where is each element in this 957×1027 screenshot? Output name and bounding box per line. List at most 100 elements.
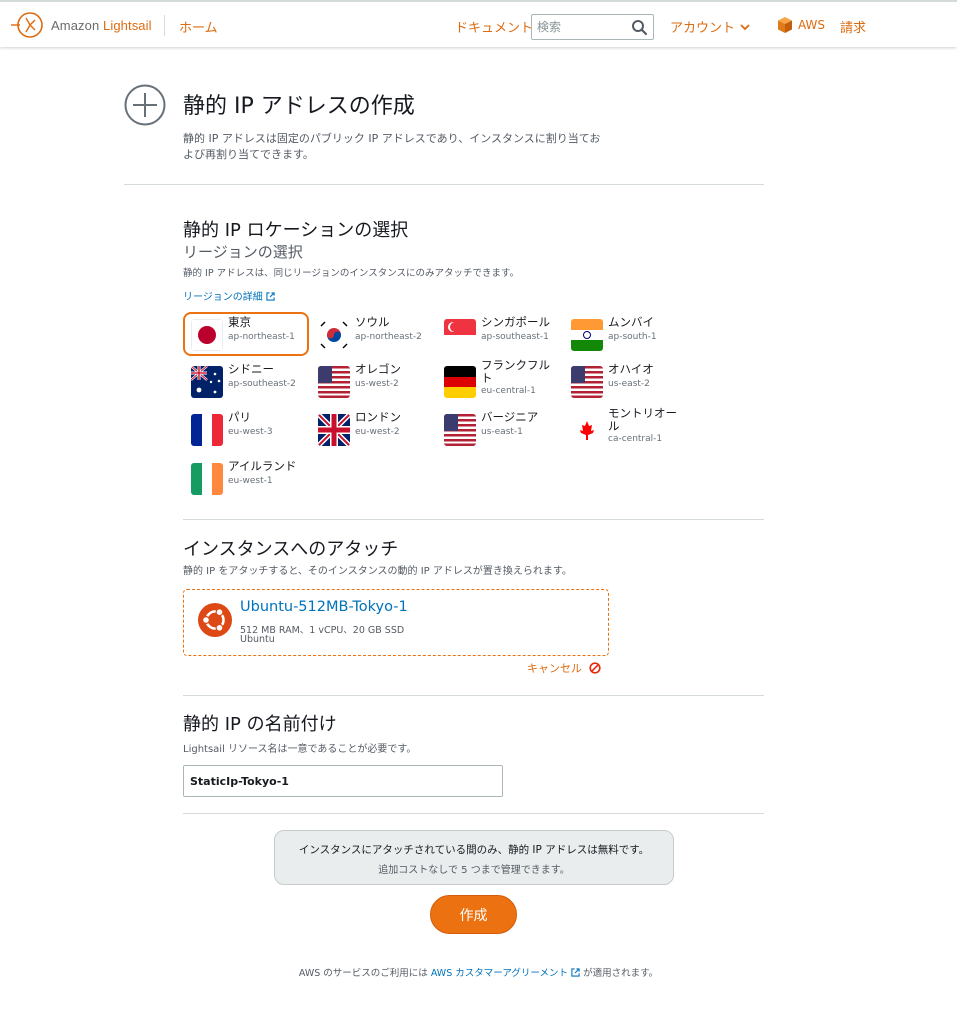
naming-section-title: 静的 IP の名前付け [183, 714, 337, 735]
selected-instance-card[interactable]: Ubuntu-512MB-Tokyo-1 512 MB RAM、1 vCPU、2… [183, 589, 609, 656]
pricing-info-line1: インスタンスにアタッチされている間のみ、静的 IP アドレスは無料です。 [298, 844, 650, 856]
lightsail-logo[interactable]: Amazon Lightsail [11, 10, 152, 40]
pricing-info-line2: 追加コストなしで 5 つまで管理できます。 [378, 865, 570, 876]
usa-flag-icon [318, 366, 350, 398]
cancel-label: キャンセル [527, 662, 582, 675]
japan-flag-icon [191, 319, 223, 351]
chevron-down-icon [740, 24, 750, 31]
usa-flag-icon [571, 366, 603, 398]
usa-flag-icon [444, 414, 476, 446]
external-link-icon [266, 292, 275, 301]
create-button[interactable]: 作成 [430, 895, 517, 934]
region-mumbai[interactable]: ムンバイ ap-south-1 [563, 312, 689, 356]
region-oregon[interactable]: オレゴン us-west-2 [310, 359, 436, 403]
australia-flag-icon [191, 366, 223, 398]
lightsail-logo-icon [11, 12, 43, 38]
region-virginia[interactable]: バージニア us-east-1 [436, 407, 562, 451]
search-box[interactable] [531, 14, 654, 40]
region-code: ap-southeast-2 [228, 379, 296, 389]
region-name: ロンドン [355, 410, 401, 424]
divider [183, 695, 764, 696]
region-name: オレゴン [355, 362, 401, 376]
external-link-icon [571, 968, 580, 977]
region-name: ソウル [355, 315, 390, 329]
account-label: アカウント [670, 21, 736, 36]
top-navigation-bar: Amazon Lightsail ホーム ドキュメント アカウント AWS 請求 [0, 0, 957, 47]
region-code: eu-west-1 [228, 476, 273, 486]
header-divider [164, 15, 165, 36]
region-name: パリ [228, 410, 251, 424]
region-name: シンガポール [481, 315, 550, 329]
region-code: ca-central-1 [608, 434, 663, 444]
region-london[interactable]: ロンドン eu-west-2 [310, 407, 436, 451]
korea-flag-icon [318, 319, 350, 351]
search-input[interactable] [537, 16, 632, 38]
region-singapore[interactable]: シンガポール ap-southeast-1 [436, 312, 562, 356]
attach-note: 静的 IP をアタッチすると、そのインスタンスの動的 IP アドレスが置き換えら… [183, 566, 572, 577]
uk-flag-icon [318, 414, 350, 446]
footer-prefix: AWS のサービスのご利用には [298, 968, 428, 979]
divider [183, 813, 764, 814]
billing-link[interactable]: 請求 [840, 17, 866, 36]
home-link[interactable]: ホーム [179, 17, 218, 36]
region-ireland[interactable]: アイルランド eu-west-1 [183, 456, 309, 500]
page-title: 静的 IP アドレスの作成 [183, 94, 415, 119]
footer-text: AWS のサービスのご利用には AWS カスタマーアグリーメント が適用されます… [0, 965, 957, 979]
cancel-icon [589, 662, 601, 674]
search-icon[interactable] [631, 19, 648, 36]
documentation-link[interactable]: ドキュメント [455, 17, 533, 36]
static-ip-name-input[interactable] [183, 765, 503, 797]
region-montreal[interactable]: モントリオール ca-central-1 [563, 407, 689, 451]
region-details-label: リージョンの詳細 [183, 292, 263, 303]
instance-name[interactable]: Ubuntu-512MB-Tokyo-1 [240, 599, 408, 615]
pricing-info-box: インスタンスにアタッチされている間のみ、静的 IP アドレスは無料です。 追加コ… [274, 830, 674, 885]
region-code: ap-southeast-1 [481, 332, 549, 342]
location-section-title: 静的 IP ロケーションの選択 [183, 220, 409, 241]
region-code: us-west-2 [355, 379, 399, 389]
footer-suffix: が適用されます。 [583, 968, 659, 979]
customer-agreement-label: AWS カスタマーアグリーメント [430, 968, 569, 979]
cancel-attach-link[interactable]: キャンセル [527, 660, 601, 676]
plus-circle-icon [124, 84, 166, 126]
customer-agreement-link[interactable]: AWS カスタマーアグリーメント [431, 968, 580, 979]
india-flag-icon [571, 319, 603, 351]
region-code: us-east-1 [481, 427, 523, 437]
singapore-flag-icon [444, 319, 476, 351]
divider [124, 184, 764, 185]
region-name: バージニア [481, 410, 539, 424]
region-code: eu-west-2 [355, 427, 400, 437]
naming-note: Lightsail リソース名は一意であることが必要です。 [183, 744, 417, 755]
region-code: ap-south-1 [608, 332, 657, 342]
region-name: シドニー [228, 362, 274, 376]
region-name: アイルランド [228, 459, 297, 473]
france-flag-icon [191, 414, 223, 446]
account-menu[interactable]: アカウント [670, 17, 751, 36]
region-seoul[interactable]: ソウル ap-northeast-2 [310, 312, 436, 356]
region-name: オハイオ [608, 362, 654, 376]
region-name: モントリオール [608, 406, 677, 433]
region-frankfurt[interactable]: フランクフルト eu-central-1 [436, 359, 562, 403]
ireland-flag-icon [191, 463, 223, 495]
region-code: us-east-2 [608, 379, 650, 389]
region-code: ap-northeast-2 [355, 332, 422, 342]
instance-os: Ubuntu [240, 634, 275, 645]
region-details-link[interactable]: リージョンの詳細 [183, 288, 275, 303]
aws-console-link[interactable]: AWS [798, 18, 825, 32]
region-code: eu-west-3 [228, 427, 273, 437]
ubuntu-icon [198, 603, 232, 637]
divider [183, 519, 764, 520]
region-sydney[interactable]: シドニー ap-southeast-2 [183, 359, 309, 403]
region-name: フランクフルト [481, 358, 550, 385]
region-name: 東京 [228, 315, 251, 329]
brand-name: Amazon Lightsail [51, 17, 152, 33]
region-name: ムンバイ [608, 315, 654, 329]
region-subtitle: リージョンの選択 [183, 243, 303, 261]
region-paris[interactable]: パリ eu-west-3 [183, 407, 309, 451]
region-tokyo[interactable]: 東京 ap-northeast-1 [183, 312, 309, 356]
aws-cube-icon [778, 17, 792, 33]
region-code: eu-central-1 [481, 386, 536, 396]
germany-flag-icon [444, 366, 476, 398]
region-ohio[interactable]: オハイオ us-east-2 [563, 359, 689, 403]
page-description: 静的 IP アドレスは固定のパブリック IP アドレスであり、インスタンスに割り… [183, 132, 601, 161]
canada-flag-icon [571, 414, 603, 446]
